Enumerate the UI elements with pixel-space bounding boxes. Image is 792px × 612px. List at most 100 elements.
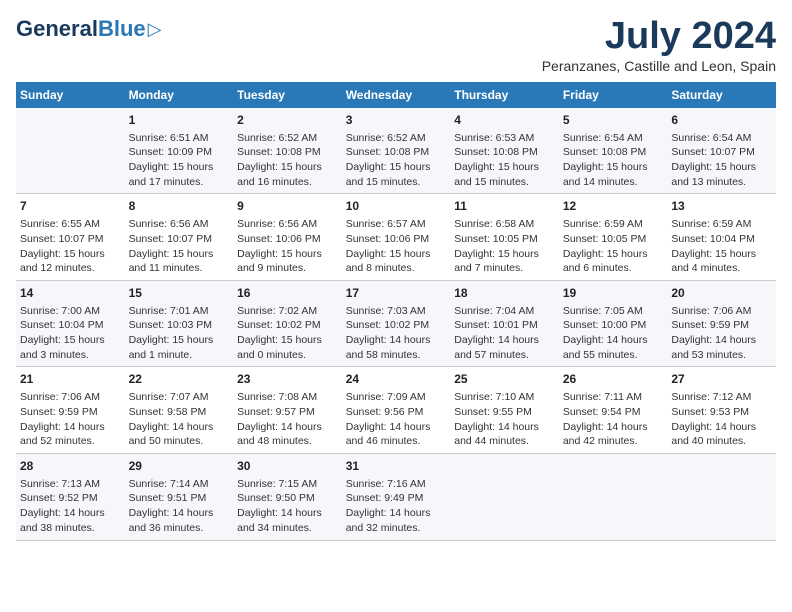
day-info: Daylight: 15 hours [671,160,772,175]
calendar-cell [559,453,668,540]
calendar-cell: 15Sunrise: 7:01 AMSunset: 10:03 PMDaylig… [125,280,234,367]
day-info: Daylight: 15 hours [671,247,772,262]
day-info: Daylight: 14 hours [20,420,121,435]
calendar-cell: 9Sunrise: 6:56 AMSunset: 10:06 PMDayligh… [233,194,342,281]
day-info: Sunrise: 7:10 AM [454,390,555,405]
day-info: Sunrise: 6:53 AM [454,131,555,146]
day-number: 28 [20,458,121,475]
day-number: 5 [563,112,664,129]
location: Peranzanes, Castille and Leon, Spain [542,58,776,74]
day-info: and 4 minutes. [671,261,772,276]
calendar-cell: 26 Sunrise: 7:11 AMSunset: 9:54 PMDayligh… [559,367,668,454]
day-info: Sunset: 9:56 PM [346,405,447,420]
day-info: Sunrise: 7:00 AM [20,304,121,319]
title-area: July 2024 Peranzanes, Castille and Leon,… [542,16,776,74]
day-info: Daylight: 14 hours [20,506,121,521]
day-info: Daylight: 14 hours [454,333,555,348]
day-info: and 53 minutes. [671,348,772,363]
day-info: and 44 minutes. [454,434,555,449]
calendar-cell: 12Sunrise: 6:59 AMSunset: 10:05 PMDaylig… [559,194,668,281]
day-info: Sunset: 9:59 PM [671,318,772,333]
day-info: Sunset: 10:07 PM [129,232,230,247]
calendar-cell: 30Sunrise: 7:15 AMSunset: 9:50 PMDayligh… [233,453,342,540]
day-number: 17 [346,285,447,302]
calendar-cell: 10Sunrise: 6:57 AMSunset: 10:06 PMDaylig… [342,194,451,281]
day-info: Sunrise: 7:08 AM [237,390,338,405]
day-info: and 0 minutes. [237,348,338,363]
day-info: Sunrise: 7:11 AM [563,390,664,405]
day-number: 8 [129,198,230,215]
week-row-3: 14 Sunrise: 7:00 AMSunset: 10:04 PM Daylig… [16,280,776,367]
day-number: 29 [129,458,230,475]
day-info: and 36 minutes. [129,521,230,536]
day-info: Sunrise: 6:52 AM [237,131,338,146]
column-header-tuesday: Tuesday [233,82,342,108]
day-info: Sunset: 9:59 PM [20,405,121,420]
column-header-monday: Monday [125,82,234,108]
day-info: Sunrise: 7:13 AM [20,477,121,492]
week-row-2: 7Sunrise: 6:55 AMSunset: 10:07 PMDayligh… [16,194,776,281]
day-info: Sunrise: 7:03 AM [346,304,447,319]
day-info: Sunrise: 6:52 AM [346,131,447,146]
day-info: Sunrise: 7:04 AM [454,304,555,319]
day-info: Daylight: 14 hours [237,506,338,521]
day-info: Daylight: 15 hours [129,247,230,262]
calendar-cell: 23Sunrise: 7:08 AMSunset: 9:57 PMDayligh… [233,367,342,454]
calendar-cell: 17Sunrise: 7:03 AMSunset: 10:02 PMDaylig… [342,280,451,367]
day-info: Sunrise: 7:15 AM [237,477,338,492]
calendar-cell: 18Sunrise: 7:04 AMSunset: 10:01 PMDaylig… [450,280,559,367]
day-number: 27 [671,371,772,388]
day-info: Daylight: 15 hours [237,247,338,262]
day-info: Sunrise: 6:57 AM [346,217,447,232]
day-info: Sunset: 10:07 PM [671,145,772,160]
day-info: Sunrise: 7:06 AM [671,304,772,319]
day-info: and 16 minutes. [237,175,338,190]
calendar-cell: 27Sunrise: 7:12 AMSunset: 9:53 PMDayligh… [667,367,776,454]
day-info: and 8 minutes. [346,261,447,276]
day-info: Sunrise: 6:56 AM [129,217,230,232]
day-info: Sunset: 9:54 PM [563,405,664,420]
day-info: Daylight: 15 hours [237,333,338,348]
day-info: Sunrise: 6:51 AM [129,131,230,146]
day-info: Sunset: 10:09 PM [129,145,230,160]
day-info: Sunset: 9:49 PM [346,491,447,506]
day-info: and 1 minute. [129,348,230,363]
day-info: Sunset: 9:53 PM [671,405,772,420]
calendar-cell: 14Sunrise: 7:00 AMSunset: 10:04 PMDaylig… [16,280,125,367]
calendar-cell [667,453,776,540]
day-number: 15 [129,285,230,302]
day-info: Sunrise: 7:07 AM [129,390,230,405]
day-info: Sunset: 10:04 PM [20,318,121,333]
day-info: Daylight: 14 hours [346,506,447,521]
day-number: 20 [671,285,772,302]
day-number: 4 [454,112,555,129]
calendar-cell: 19Sunrise: 7:05 AMSunset: 10:00 PMDaylig… [559,280,668,367]
logo-general: General [16,16,98,42]
day-info: Daylight: 15 hours [346,247,447,262]
day-info: Daylight: 15 hours [129,160,230,175]
calendar-cell [16,108,125,194]
column-header-friday: Friday [559,82,668,108]
day-info: Sunrise: 6:56 AM [237,217,338,232]
day-info: and 17 minutes. [129,175,230,190]
day-info: Sunrise: 7:01 AM [129,304,230,319]
calendar-cell: 21Sunrise: 7:06 AMSunset: 9:59 PMDayligh… [16,367,125,454]
day-number: 26 [563,371,664,388]
calendar-cell: 31Sunrise: 7:16 AMSunset: 9:49 PMDayligh… [342,453,451,540]
day-info: Daylight: 14 hours [563,333,664,348]
day-number: 30 [237,458,338,475]
day-info: and 15 minutes. [454,175,555,190]
day-info: Sunset: 9:51 PM [129,491,230,506]
day-info: Daylight: 14 hours [346,333,447,348]
day-info: Sunset: 10:07 PM [20,232,121,247]
day-number: 21 [20,371,121,388]
day-info: and 42 minutes. [563,434,664,449]
day-info: Daylight: 14 hours [563,420,664,435]
day-info: Daylight: 14 hours [129,420,230,435]
day-number: 10 [346,198,447,215]
day-number: 14 [20,285,121,302]
calendar-table: SundayMondayTuesdayWednesdayThursdayFrid… [16,82,776,541]
calendar-cell: 22Sunrise: 7:07 AMSunset: 9:58 PMDayligh… [125,367,234,454]
day-info: and 52 minutes. [20,434,121,449]
day-info: Sunrise: 7:09 AM [346,390,447,405]
